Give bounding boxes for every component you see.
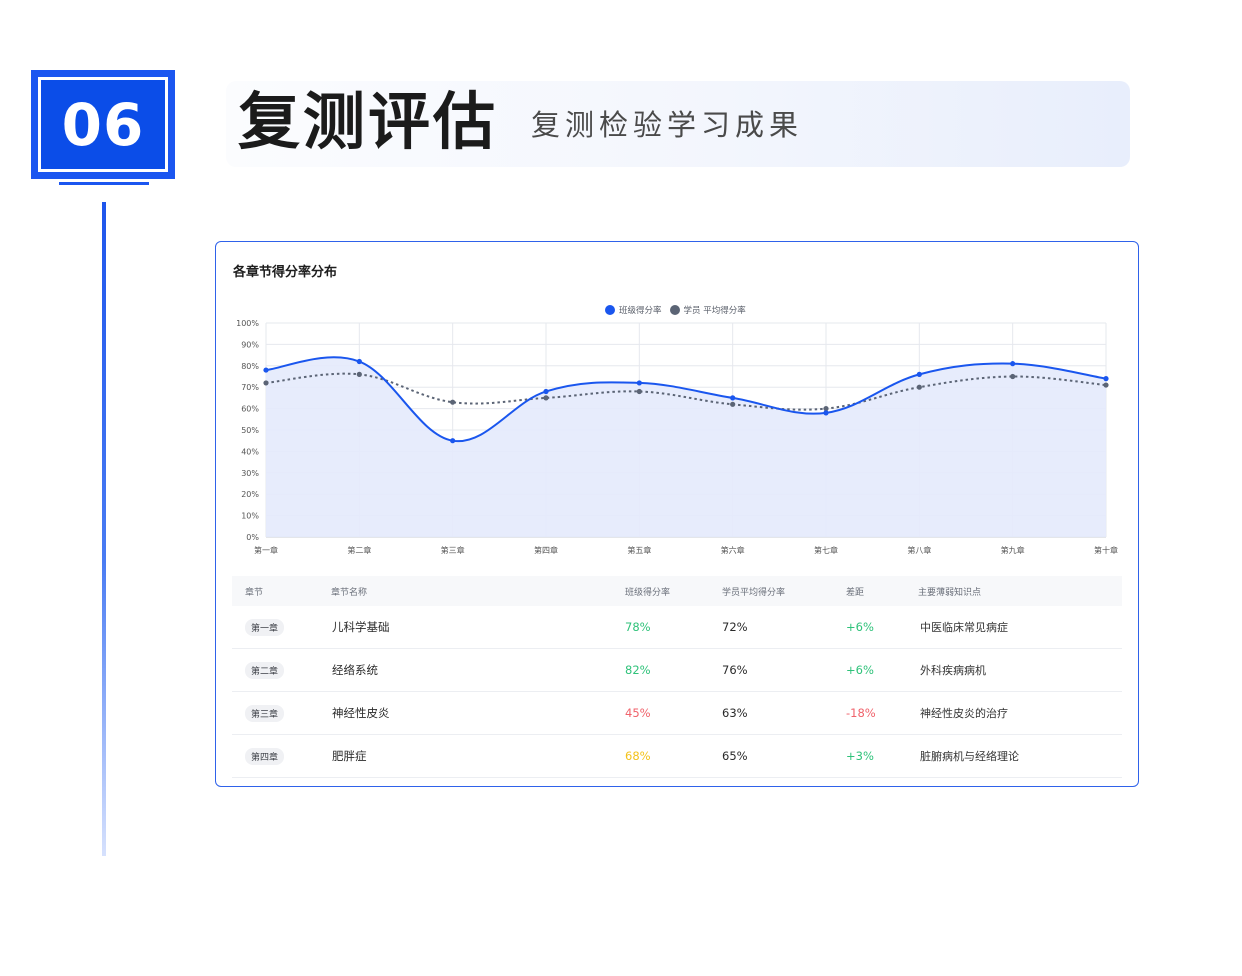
chapter-cell: 第三章 (245, 692, 285, 734)
table-header: 章节 章节名称 班级得分率 学员平均得分率 差距 主要薄弱知识点 (232, 576, 1122, 606)
chapter-chip: 第三章 (245, 704, 285, 722)
chapter-cell: 第二章 (245, 649, 285, 691)
table-row[interactable]: 第一章 儿科学基础 78% 72% +6% 中医临床常见病症 (232, 606, 1122, 649)
section-number: 06 (38, 77, 168, 172)
series-point-0 (636, 380, 642, 386)
series-point-1 (356, 371, 362, 377)
series-point-0 (823, 410, 829, 416)
chapter-name-cell: 肥胖症 (332, 749, 367, 763)
weak-points-cell: 脏腑病机与经络理论 (920, 750, 1019, 763)
badge-underline (59, 182, 149, 185)
series-point-1 (730, 401, 736, 407)
chapter-chip: 第一章 (245, 618, 285, 636)
series-point-0 (1103, 376, 1109, 382)
y-tick-label: 90% (241, 340, 259, 349)
line-chart: 0% 10% 20% 30% 40% 50% 60% 70% 80% 90% 100% 第一章 第二章 第… (236, 319, 1118, 555)
table-body: 第一章 儿科学基础 78% 72% +6% 中医临床常见病症 第二章 经络系统 … (232, 606, 1122, 778)
header-avg-rate: 学员平均得分率 (722, 587, 786, 598)
series-point-0 (450, 438, 456, 444)
header-gap: 差距 (846, 587, 865, 598)
series-point-1 (916, 384, 922, 390)
series-point-0 (356, 358, 362, 365)
section-subtitle: 复测检验学习成果 (531, 108, 804, 142)
gap-cell: +6% (846, 620, 874, 634)
series-point-1 (263, 380, 269, 386)
x-tick-label: 第四章 (534, 545, 558, 555)
avg-rate-cell: 72% (722, 620, 748, 634)
x-tick-label: 第十章 (1094, 545, 1118, 555)
y-tick-label: 40% (241, 447, 259, 456)
chapter-cell: 第四章 (245, 735, 285, 777)
series-point-1 (543, 395, 549, 401)
series-point-1 (636, 388, 642, 395)
series-point-1 (1010, 373, 1016, 380)
x-tick-label: 第五章 (627, 545, 651, 555)
y-tick-label: 10% (241, 512, 259, 521)
header-weak-points: 主要薄弱知识点 (918, 587, 982, 598)
y-tick-label: 70% (241, 383, 259, 392)
header-chapter: 章节 (245, 587, 264, 598)
section-badge: 06 (31, 70, 175, 179)
series-point-0 (916, 371, 922, 377)
header-chapter-name: 章节名称 (331, 587, 368, 598)
y-tick-label: 50% (241, 426, 259, 435)
x-tick-label: 第二章 (347, 545, 371, 555)
table-row[interactable]: 第二章 经络系统 82% 76% +6% 外科疾病病机 (232, 649, 1122, 692)
class-rate-cell: 78% (625, 620, 651, 634)
y-tick-label: 100% (236, 319, 259, 328)
weak-points-cell: 外科疾病病机 (920, 664, 986, 677)
chapter-table: 章节 章节名称 班级得分率 学员平均得分率 差距 主要薄弱知识点 第一章 儿科学… (232, 576, 1122, 778)
chapter-chip: 第二章 (245, 661, 285, 679)
weak-points-cell: 中医临床常见病症 (920, 621, 1008, 634)
gap-cell: -18% (846, 706, 876, 720)
weak-points-cell: 神经性皮炎的治疗 (920, 707, 1008, 720)
chapter-chip: 第四章 (245, 747, 285, 765)
header-class-rate: 班级得分率 (625, 587, 671, 598)
series-point-1 (1103, 382, 1109, 388)
y-tick-label: 30% (241, 469, 259, 478)
chapter-name-cell: 儿科学基础 (332, 620, 390, 634)
avg-rate-cell: 76% (722, 663, 748, 677)
chapter-cell: 第一章 (245, 606, 285, 648)
series-point-1 (450, 399, 456, 405)
class-rate-cell: 68% (625, 749, 651, 763)
x-tick-label: 第六章 (721, 545, 745, 555)
x-tick-label: 第七章 (814, 545, 838, 555)
y-tick-label: 80% (241, 362, 259, 371)
x-tick-label: 第一章 (254, 545, 278, 555)
x-tick-label: 第三章 (441, 545, 465, 555)
class-rate-cell: 45% (625, 706, 651, 720)
series-point-0 (730, 395, 736, 401)
series-area-0 (266, 357, 1106, 537)
chart-title: 各章节得分率分布 (233, 265, 338, 280)
table-row[interactable]: 第三章 神经性皮炎 45% 63% -18% 神经性皮炎的治疗 (232, 692, 1122, 735)
x-tick-label: 第八章 (907, 545, 931, 555)
timeline-line (102, 202, 106, 856)
x-tick-label: 第九章 (1001, 545, 1025, 555)
section-title: 复测评估 (238, 85, 499, 158)
chapter-name-cell: 神经性皮炎 (332, 706, 390, 720)
y-tick-label: 0% (246, 533, 259, 542)
table-row[interactable]: 第四章 肥胖症 68% 65% +3% 脏腑病机与经络理论 (232, 735, 1122, 778)
y-tick-label: 60% (241, 405, 259, 414)
avg-rate-cell: 63% (722, 706, 748, 720)
chapter-name-cell: 经络系统 (332, 663, 378, 677)
series-point-0 (1010, 361, 1016, 367)
series-point-0 (543, 388, 549, 395)
class-rate-cell: 82% (625, 663, 651, 677)
series-point-0 (263, 367, 269, 373)
y-tick-label: 20% (241, 490, 259, 499)
gap-cell: +6% (846, 663, 874, 677)
gap-cell: +3% (846, 749, 874, 763)
avg-rate-cell: 65% (722, 749, 748, 763)
